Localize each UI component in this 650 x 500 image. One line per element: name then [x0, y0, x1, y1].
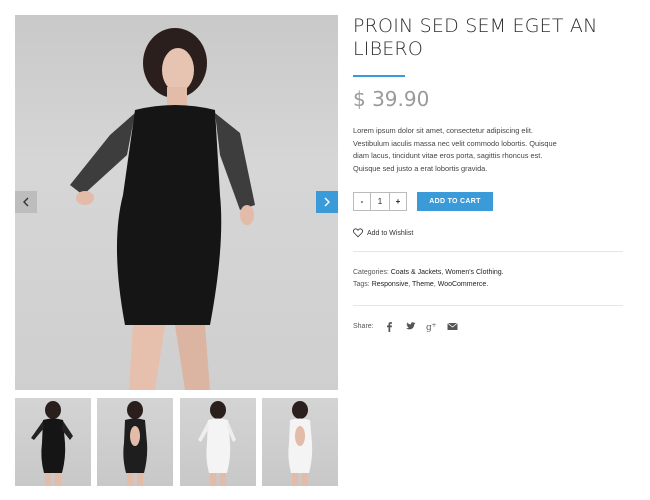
product-title-line1: PROIN SED SEM EGET AN — [353, 15, 598, 37]
share-label: Share: — [353, 323, 374, 330]
product-title-line2: LIBERO — [353, 38, 423, 60]
thumbnail-black-dress-front[interactable] — [15, 398, 91, 486]
quantity-input[interactable]: 1 — [370, 193, 390, 210]
divider — [353, 251, 623, 252]
tags-row: Tags: Responsive, Theme, WooCommerce. — [353, 281, 489, 288]
product-title: PROIN SED SEM EGET AN LIBERO — [353, 15, 623, 61]
share-row: Share: g + — [353, 321, 623, 332]
chevron-left-icon — [23, 197, 29, 207]
add-to-wishlist-link[interactable]: Add to Wishlist — [353, 228, 623, 238]
add-to-cart-form: - 1 + ADD TO CART — [353, 192, 623, 211]
thumbnail-white-dress-back[interactable] — [262, 398, 338, 486]
title-underline — [353, 75, 405, 77]
chevron-right-icon — [324, 197, 330, 207]
categories-row: Categories: Coats & Jackets, Women's Clo… — [353, 269, 504, 276]
svg-text:+: + — [431, 322, 436, 329]
tag-link-theme[interactable]: Theme — [412, 281, 434, 288]
email-icon[interactable] — [446, 321, 458, 332]
heart-icon — [353, 228, 363, 238]
product-description: Lorem ipsum dolor sit amet, consectetur … — [353, 126, 557, 173]
category-link-womens[interactable]: Women's Clothing. — [445, 269, 503, 276]
quantity-plus-button[interactable]: + — [390, 193, 406, 210]
gallery-next-button[interactable] — [316, 191, 338, 213]
product-meta: Categories: Coats & Jackets, Women's Clo… — [353, 267, 623, 291]
model-black-dress-image — [70, 28, 255, 390]
quantity-stepper: - 1 + — [353, 192, 407, 211]
product-main-image — [15, 15, 338, 390]
thumbnail-white-dress-front[interactable] — [180, 398, 256, 486]
category-link-coats[interactable]: Coats & Jackets — [391, 269, 442, 276]
google-plus-icon[interactable]: g + — [426, 321, 437, 332]
categories-label: Categories: — [353, 269, 389, 276]
quantity-minus-button[interactable]: - — [354, 193, 370, 210]
thumbnail-strip — [15, 398, 338, 486]
twitter-icon[interactable] — [405, 321, 416, 332]
divider — [353, 305, 623, 306]
facebook-icon[interactable] — [384, 321, 395, 332]
tags-label: Tags: — [353, 281, 370, 288]
thumbnail-black-dress-back[interactable] — [97, 398, 173, 486]
product-summary: PROIN SED SEM EGET AN LIBERO $ 39.90 Lor… — [353, 15, 623, 332]
product-price: $ 39.90 — [353, 87, 430, 111]
wishlist-label: Add to Wishlist — [367, 229, 414, 237]
tag-link-responsive[interactable]: Responsive — [372, 281, 409, 288]
add-to-cart-button[interactable]: ADD TO CART — [417, 192, 493, 211]
gallery-prev-button[interactable] — [15, 191, 37, 213]
tag-link-woocommerce[interactable]: WooCommerce. — [438, 281, 488, 288]
